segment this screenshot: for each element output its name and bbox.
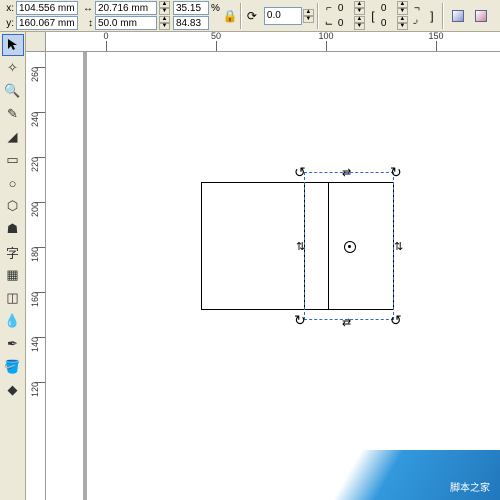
height-input[interactable]: [95, 16, 157, 30]
shape-tool[interactable]: ✧: [2, 57, 24, 79]
watermark: 脚本之家: [320, 450, 500, 500]
wrap-text-button[interactable]: [447, 5, 469, 27]
horizontal-ruler[interactable]: 0 50 100 150: [46, 32, 500, 52]
freehand-tool[interactable]: ✎: [2, 103, 24, 125]
bracket-right-icon: ]: [425, 9, 439, 23]
lock-ratio-icon[interactable]: 🔒: [223, 2, 237, 30]
main-area: ✧ 🔍 ✎ ◢ ▭ ○ ⬡ ☗ 字 ▦ ◫ 💧 ✒ 🪣 ◆ 0 50 100 1…: [0, 32, 500, 500]
rotate-handle-tl[interactable]: ↺: [294, 164, 312, 182]
corner-tr-icon: ¬: [410, 3, 424, 14]
cb-down[interactable]: ▼: [354, 23, 365, 30]
polygon-tool[interactable]: ⬡: [2, 195, 24, 217]
ca-up[interactable]: ▲: [354, 1, 365, 8]
scale-y-input[interactable]: [173, 16, 209, 30]
toolbox: ✧ 🔍 ✎ ◢ ▭ ○ ⬡ ☗ 字 ▦ ◫ 💧 ✒ 🪣 ◆: [0, 32, 26, 500]
watermark-text: 脚本之家: [450, 479, 490, 494]
scale-group: %: [173, 1, 220, 30]
y-label: y:: [2, 18, 14, 29]
scale-x-input[interactable]: [173, 1, 209, 15]
cd-down[interactable]: ▼: [397, 23, 408, 30]
rot-up[interactable]: ▲: [303, 9, 314, 16]
interactive-fill-tool[interactable]: ◆: [2, 379, 24, 401]
corner-tl-icon: ⌐: [322, 3, 336, 14]
ca-down[interactable]: ▼: [354, 8, 365, 15]
rot-down[interactable]: ▼: [303, 16, 314, 23]
corner-d-val: 0: [381, 18, 395, 29]
cc-up[interactable]: ▲: [397, 1, 408, 8]
rotation-input[interactable]: [264, 7, 302, 25]
height-icon: ↕: [81, 18, 93, 29]
position-group: x: y:: [2, 1, 78, 30]
fill-tool[interactable]: 🪣: [2, 356, 24, 378]
cb-up[interactable]: ▲: [354, 16, 365, 23]
rotate-handle-tr[interactable]: ↻: [390, 164, 408, 182]
separator: [442, 3, 444, 29]
pick-tool[interactable]: [2, 34, 24, 56]
rotate-handle-br[interactable]: ↺: [390, 312, 408, 330]
cd-up[interactable]: ▲: [397, 16, 408, 23]
rectangle-tool[interactable]: ▭: [2, 149, 24, 171]
outline-tool[interactable]: ✒: [2, 333, 24, 355]
zoom-tool[interactable]: 🔍: [2, 80, 24, 102]
table-tool[interactable]: ▦: [2, 264, 24, 286]
skew-handle-bottom[interactable]: ⇄: [342, 316, 351, 329]
vertical-ruler[interactable]: 260 240 220 200 180 160 140 120: [26, 52, 46, 500]
width-icon: ↔: [81, 3, 93, 14]
height-up[interactable]: ▲: [159, 16, 170, 23]
bracket-left-icon: [: [366, 9, 380, 23]
corner-bl-icon: ⌙: [322, 18, 336, 29]
ruler-origin[interactable]: [26, 32, 46, 52]
y-input[interactable]: [16, 16, 78, 30]
x-label: x:: [2, 3, 14, 14]
percent-label: %: [211, 3, 220, 14]
convert-button[interactable]: [470, 5, 492, 27]
skew-handle-right[interactable]: ⇅: [394, 240, 403, 253]
corner-group-2: 0▲▼¬ 0▲▼⌏: [381, 1, 424, 30]
drawing-canvas[interactable]: ↺ ↻ ↻ ↺ ⇄ ⇄ ⇅ ⇅: [46, 52, 500, 500]
blend-tool[interactable]: ◫: [2, 287, 24, 309]
rotation-icon: ⟳: [247, 9, 261, 23]
corner-c-val: 0: [381, 3, 395, 14]
separator: [317, 3, 319, 29]
workspace: 0 50 100 150 260 240 220 200 180 160 140…: [26, 32, 500, 500]
skew-handle-top[interactable]: ⇄: [342, 166, 351, 179]
eyedropper-tool[interactable]: 💧: [2, 310, 24, 332]
rotate-handle-bl[interactable]: ↻: [294, 312, 312, 330]
corner-group-1: ⌐0▲▼ ⌙0▲▼: [322, 1, 365, 30]
cc-down[interactable]: ▼: [397, 8, 408, 15]
x-input[interactable]: [16, 1, 78, 15]
corner-br-icon: ⌏: [410, 18, 424, 29]
height-down[interactable]: ▼: [159, 23, 170, 30]
width-down[interactable]: ▼: [159, 8, 170, 15]
width-input[interactable]: [95, 1, 157, 15]
text-tool[interactable]: 字: [2, 241, 24, 263]
size-group: ↔ ▲▼ ↕ ▲▼: [81, 1, 170, 30]
smart-fill-tool[interactable]: ◢: [2, 126, 24, 148]
property-bar: x: y: ↔ ▲▼ ↕ ▲▼ % 🔒 ⟳ ▲▼ ⌐0▲▼: [0, 0, 500, 32]
corner-b-val: 0: [338, 18, 352, 29]
skew-handle-left[interactable]: ⇅: [296, 240, 305, 253]
width-up[interactable]: ▲: [159, 1, 170, 8]
corner-a-val: 0: [338, 3, 352, 14]
ellipse-tool[interactable]: ○: [2, 172, 24, 194]
separator: [240, 3, 242, 29]
rotation-pivot[interactable]: [344, 241, 356, 253]
basic-shapes-tool[interactable]: ☗: [2, 218, 24, 240]
